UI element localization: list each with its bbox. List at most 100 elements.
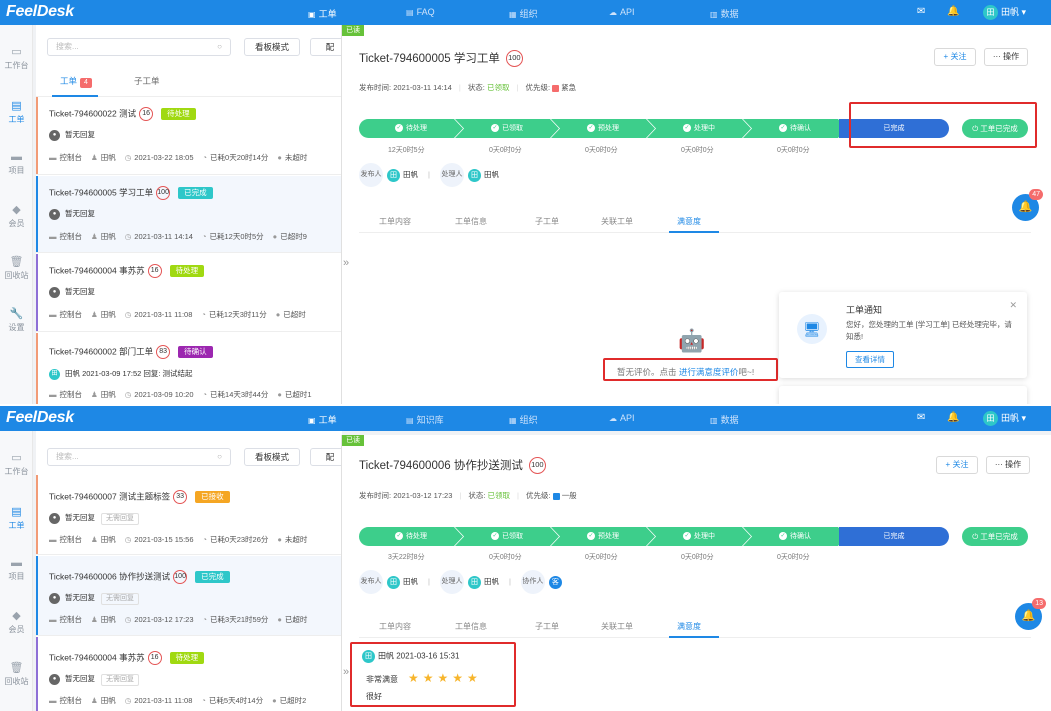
nav-tickets[interactable]: ▣ 工单: [308, 413, 337, 426]
search-input[interactable]: 搜索... ○: [47, 448, 231, 466]
ticket-list-panel: 搜索... ○ 看板模式 配 工单 4 子工单 Ticket-794600022 测…: [36, 25, 342, 404]
console-icon: ▬: [49, 232, 57, 241]
leftnav-recycle[interactable]: 🗑 回收站: [0, 255, 33, 281]
chevron-down-icon: ▾: [1021, 413, 1027, 423]
view-details-button[interactable]: 查看详情: [846, 351, 894, 368]
leftnav-tickets[interactable]: ▤ 工单: [0, 505, 33, 531]
no-reply-tag: 无需回复: [101, 513, 139, 525]
diamond-icon: ◆: [12, 610, 21, 622]
info-icon: ●: [272, 696, 277, 705]
clock-icon: ◷: [124, 153, 132, 162]
bell-icon[interactable]: 🔔: [947, 6, 959, 17]
message-icon[interactable]: ✉: [917, 412, 925, 423]
diamond-icon: ◆: [12, 204, 21, 216]
tab-subtickets[interactable]: 子工单: [134, 75, 160, 87]
ticket-card[interactable]: Ticket-794600002 部门工单 83 待确认 田田帆 2021-03-0…: [36, 333, 342, 404]
bell-icon[interactable]: 🔔: [947, 412, 959, 423]
leftnav-tickets[interactable]: ▤ 工单: [0, 99, 33, 125]
score-ring: 16: [147, 264, 162, 278]
comment-icon: ●: [49, 129, 60, 141]
nav-api[interactable]: ☁ API: [609, 413, 635, 423]
trash-icon: 🗑: [9, 662, 24, 674]
expand-icon[interactable]: »: [343, 257, 349, 269]
status-badge: 已完成: [178, 187, 213, 199]
message-icon[interactable]: ✉: [917, 6, 925, 17]
notification-bell[interactable]: 🔔 13: [1015, 598, 1046, 630]
operations-button[interactable]: ··· 操作: [986, 456, 1030, 474]
tab-linked[interactable]: 关联工单: [601, 621, 633, 632]
persons-row: 发布人田田帆 | 处理人田田帆: [359, 163, 499, 187]
wrench-icon: 🔧: [9, 308, 24, 320]
clock-icon: ◷: [124, 232, 132, 241]
board-mode-button[interactable]: 看板模式: [244, 38, 300, 56]
follow-button[interactable]: + 关注: [934, 48, 976, 66]
tab-info[interactable]: 工单信息: [455, 621, 487, 632]
empty-robot-icon: 🤖: [678, 328, 706, 353]
leftnav-members[interactable]: ◆ 会员: [0, 609, 33, 635]
nav-api[interactable]: ☁ API: [609, 7, 635, 17]
step-confirm: ✓ 待确认: [743, 119, 847, 138]
notification-count: 13: [1032, 598, 1046, 609]
leftnav-members[interactable]: ◆ 会员: [0, 203, 33, 229]
step-pending: ✓ 待处理: [359, 119, 463, 138]
leftnav-settings[interactable]: 🔧 设置: [0, 307, 33, 333]
config-button[interactable]: 配: [310, 38, 342, 56]
tab-content[interactable]: 工单内容: [379, 216, 411, 227]
info-icon: ●: [272, 232, 278, 241]
follow-button[interactable]: + 关注: [936, 456, 978, 474]
nav-data[interactable]: ▥ 数据: [710, 7, 739, 20]
avatar: 田: [467, 168, 481, 182]
tab-tickets[interactable]: 工单 4: [60, 75, 92, 88]
expand-icon[interactable]: »: [343, 666, 349, 678]
tab-content[interactable]: 工单内容: [379, 621, 411, 632]
leftnav-dashboard[interactable]: ▭ 工作台: [0, 45, 33, 71]
console-icon: ▬: [49, 696, 57, 705]
info-icon: ●: [277, 153, 282, 162]
tab-info[interactable]: 工单信息: [455, 216, 487, 227]
leftnav-projects[interactable]: ▬ 项目: [0, 151, 33, 176]
user-menu[interactable]: 田田帆 ▾: [983, 4, 1026, 21]
org-icon: ▦: [509, 416, 517, 425]
notification-bell[interactable]: 🔔 47: [1012, 189, 1043, 221]
ticket-card[interactable]: Ticket-794600007 测试主题标签 33 已接收 ● 暂无回复 无需回复 ▬…: [36, 475, 342, 555]
ticket-completed-button[interactable]: ⏻ 工单已完成: [962, 527, 1028, 546]
nav-data[interactable]: ▥ 数据: [710, 413, 739, 426]
user-icon: ♟: [91, 153, 98, 162]
tab-subtickets[interactable]: 子工单: [535, 621, 559, 632]
search-input[interactable]: 搜索... ○: [47, 38, 231, 56]
config-button[interactable]: 配: [310, 448, 342, 466]
tab-satisfaction[interactable]: 满意度: [677, 216, 701, 227]
timer-icon: ◔: [201, 310, 206, 319]
ticket-list-panel: 搜索... ○ 看板模式 配 Ticket-794600007 测试主题标签 33 已…: [36, 431, 342, 711]
status-badge: 待处理: [169, 265, 205, 277]
ticket-card-selected[interactable]: Ticket-794600005 学习工单 100 已完成 ● 暂无回复 ▬ 控制台 ♟ 田…: [36, 176, 342, 253]
ticket-card[interactable]: Ticket-794600004 事苏苏 16 待处理 ● 暂无回复 ▬ 控制台 ♟ 田帆 ◷…: [36, 254, 342, 332]
tab-subtickets[interactable]: 子工单: [535, 216, 559, 227]
close-icon[interactable]: ✕: [1009, 300, 1017, 311]
clock-icon: ◷: [124, 535, 132, 544]
operations-button[interactable]: ··· 操作: [984, 48, 1028, 66]
tab-satisfaction[interactable]: 满意度: [677, 621, 701, 632]
ticket-card-selected[interactable]: Ticket-794600006 协作抄送测试 100 已完成 ● 暂无回复 无需回复 …: [36, 556, 342, 636]
leftnav-projects[interactable]: ▬ 项目: [0, 557, 33, 582]
highlight-box: [849, 102, 1037, 148]
nav-tickets[interactable]: ▣ 工单: [308, 7, 337, 20]
search-icon: ○: [217, 452, 222, 461]
no-reply-tag: 无需回复: [101, 674, 139, 686]
leftnav-recycle[interactable]: 🗑 回收站: [0, 661, 33, 687]
chart-icon: ▥: [710, 10, 718, 19]
comment-icon: ●: [49, 512, 60, 524]
tab-linked[interactable]: 关联工单: [601, 216, 633, 227]
ticket-card[interactable]: Ticket-794600022 测试 16 待处理 ● 暂无回复 ▬ 控制台 ♟ 田帆 ◷ 2…: [36, 97, 342, 175]
api-icon: ☁: [609, 8, 617, 17]
logo: FeelDesk: [6, 3, 74, 20]
ticket-detail-panel: 已读 Ticket-794600005 学习工单 100 + 关注 ··· 操作 …: [341, 25, 1051, 404]
nav-faq[interactable]: ▤ FAQ: [406, 7, 435, 17]
ticket-card[interactable]: Ticket-794600004 事苏苏 16 待处理 ● 暂无回复 无需回复 ▬ 控制台…: [36, 637, 342, 711]
leftnav-dashboard[interactable]: ▭ 工作台: [0, 451, 33, 477]
nav-knowledge[interactable]: ▤ 知识库: [406, 413, 444, 426]
user-menu[interactable]: 田田帆 ▾: [983, 410, 1026, 427]
board-mode-button[interactable]: 看板模式: [244, 448, 300, 466]
nav-org[interactable]: ▦ 组织: [509, 7, 538, 20]
nav-org[interactable]: ▦ 组织: [509, 413, 538, 426]
